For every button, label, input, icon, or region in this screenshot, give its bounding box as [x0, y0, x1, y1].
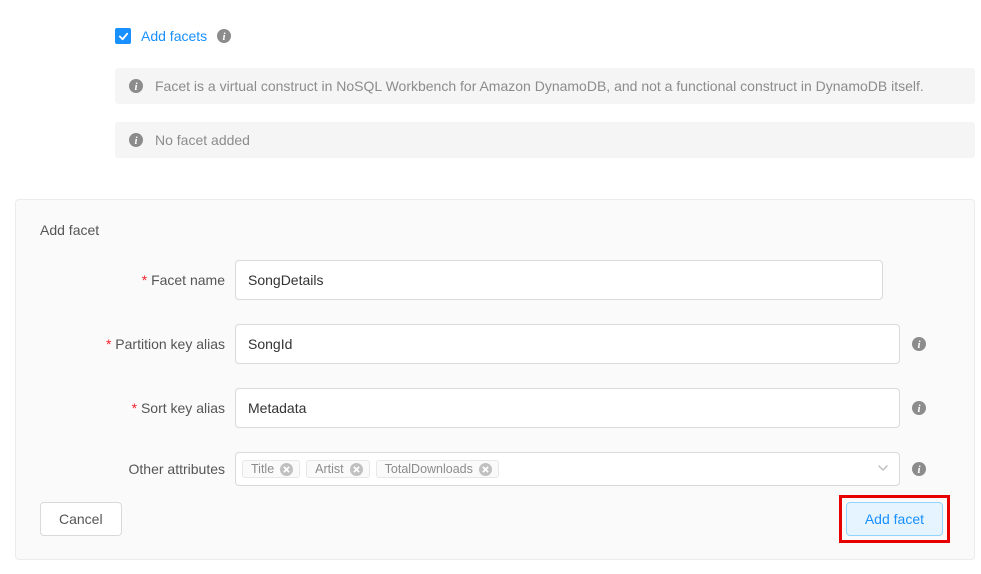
info-icon[interactable]: i	[912, 337, 926, 351]
remove-tag-icon[interactable]	[479, 463, 492, 476]
row-other-attributes: Other attributes Title Artist TotalDownl…	[40, 452, 950, 486]
info-icon[interactable]: i	[912, 462, 926, 476]
row-partition-key-alias: Partition key alias i	[40, 324, 950, 364]
panel-footer: Cancel Add facet	[40, 495, 950, 543]
sort-key-alias-input[interactable]	[235, 388, 900, 428]
other-attributes-select[interactable]: Title Artist TotalDownloads	[235, 452, 900, 486]
info-icon: i	[129, 133, 143, 147]
add-facet-panel: Add facet Facet name Partition key alias…	[15, 199, 975, 560]
info-icon[interactable]: i	[912, 401, 926, 415]
info-icon[interactable]: i	[217, 29, 231, 43]
tag-label: Title	[251, 462, 274, 476]
remove-tag-icon[interactable]	[350, 463, 363, 476]
add-facets-label[interactable]: Add facets	[141, 28, 207, 44]
remove-tag-icon[interactable]	[280, 463, 293, 476]
label-sort-key-alias: Sort key alias	[40, 400, 235, 416]
add-facet-highlight: Add facet	[839, 495, 950, 543]
no-facet-banner: i No facet added	[115, 122, 975, 158]
info-icon: i	[129, 79, 143, 93]
add-facets-checkbox[interactable]	[115, 28, 131, 44]
partition-key-alias-input[interactable]	[235, 324, 900, 364]
add-facets-toggle-row: Add facets i	[115, 28, 981, 44]
label-other-attributes: Other attributes	[40, 461, 235, 477]
facet-definition-banner: i Facet is a virtual construct in NoSQL …	[115, 68, 975, 104]
chevron-down-icon	[877, 461, 889, 477]
row-facet-name: Facet name	[40, 260, 950, 300]
tag-label: TotalDownloads	[385, 462, 473, 476]
row-sort-key-alias: Sort key alias i	[40, 388, 950, 428]
attribute-tag: Title	[242, 460, 300, 478]
label-facet-name: Facet name	[40, 272, 235, 288]
cancel-button[interactable]: Cancel	[40, 502, 122, 536]
banner-text: Facet is a virtual construct in NoSQL Wo…	[155, 78, 924, 94]
attribute-tag: TotalDownloads	[376, 460, 499, 478]
attribute-tag: Artist	[306, 460, 369, 478]
label-partition-key-alias: Partition key alias	[40, 336, 235, 352]
tag-label: Artist	[315, 462, 343, 476]
check-icon	[118, 31, 129, 42]
facet-name-input[interactable]	[235, 260, 883, 300]
add-facet-button[interactable]: Add facet	[846, 502, 943, 536]
banner-text: No facet added	[155, 132, 250, 148]
panel-title: Add facet	[40, 222, 950, 238]
